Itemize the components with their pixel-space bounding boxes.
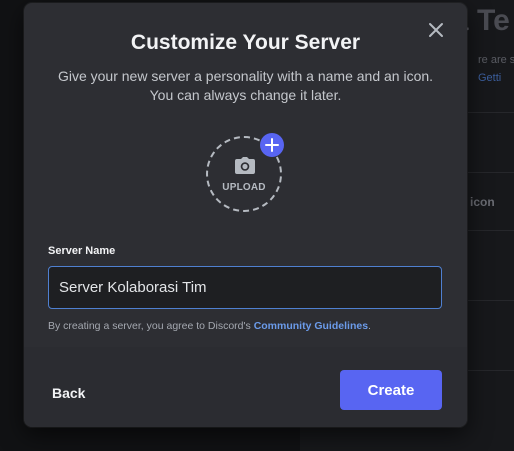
background-icon-label: icon — [470, 195, 495, 209]
server-name-label: Server Name — [48, 245, 116, 257]
modal-subtitle: Give your new server a personality with … — [57, 68, 434, 103]
background-divider — [468, 300, 514, 301]
background-divider — [468, 370, 514, 371]
modal-title: Customize Your Server — [130, 31, 361, 54]
server-name-input[interactable] — [48, 266, 442, 309]
background-divider — [468, 230, 514, 231]
add-icon-button[interactable] — [260, 133, 284, 157]
camera-icon — [235, 157, 255, 179]
legal-suffix: . — [368, 320, 371, 332]
legal-text: By creating a server, you agree to Disco… — [48, 320, 254, 332]
upload-label: UPLOAD — [222, 182, 266, 193]
community-guidelines-link[interactable]: Community Guidelines — [254, 320, 368, 332]
background-divider — [468, 112, 514, 113]
legal-notice: By creating a server, you agree to Disco… — [48, 320, 371, 332]
back-button[interactable]: Back — [52, 385, 85, 401]
plus-icon — [265, 138, 279, 152]
background-link: Getti — [478, 72, 502, 84]
create-server-modal: Customize Your Server Give your new serv… — [24, 3, 467, 427]
modal-footer: Back Create — [24, 347, 467, 427]
create-button[interactable]: Create — [340, 370, 442, 410]
background-divider — [468, 172, 514, 173]
background-text-link-line: Getti — [478, 72, 501, 84]
background-text: re are sc — [478, 54, 514, 66]
